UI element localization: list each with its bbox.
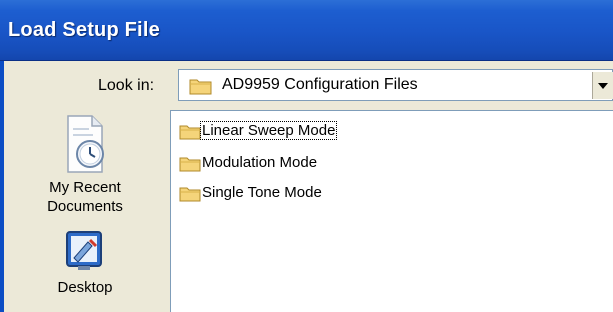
look-in-value: AD9959 Configuration Files <box>222 76 418 93</box>
place-label-line-1: Desktop <box>57 279 113 296</box>
place-my-recent-documents[interactable]: My Recent Documents <box>4 110 166 216</box>
chevron-down-icon <box>598 83 608 89</box>
look-in-dropdown[interactable]: AD9959 Configuration Files <box>178 69 613 101</box>
file-name: Linear Sweep Mode <box>199 121 338 140</box>
title-bar[interactable]: Load Setup File <box>0 0 613 61</box>
place-desktop[interactable]: Desktop <box>4 226 166 297</box>
folder-icon <box>179 155 201 177</box>
place-label-line-1: My Recent <box>49 179 121 196</box>
dialog-title: Load Setup File <box>8 19 160 41</box>
file-list[interactable]: Linear Sweep Mode Modulation Mode Single… <box>170 110 613 312</box>
look-in-label: Look in: <box>98 77 155 94</box>
folder-icon <box>179 185 201 207</box>
folder-icon <box>189 77 213 100</box>
file-name: Modulation Mode <box>202 154 318 171</box>
recent-documents-icon <box>60 110 110 180</box>
place-label-line-2: Documents <box>47 198 123 215</box>
desktop-icon <box>60 226 110 276</box>
folder-icon <box>179 123 201 145</box>
file-name: Single Tone Mode <box>202 184 322 201</box>
places-bar: My Recent Documents Desktop <box>4 110 166 312</box>
look-in-dropdown-button[interactable] <box>592 72 613 99</box>
